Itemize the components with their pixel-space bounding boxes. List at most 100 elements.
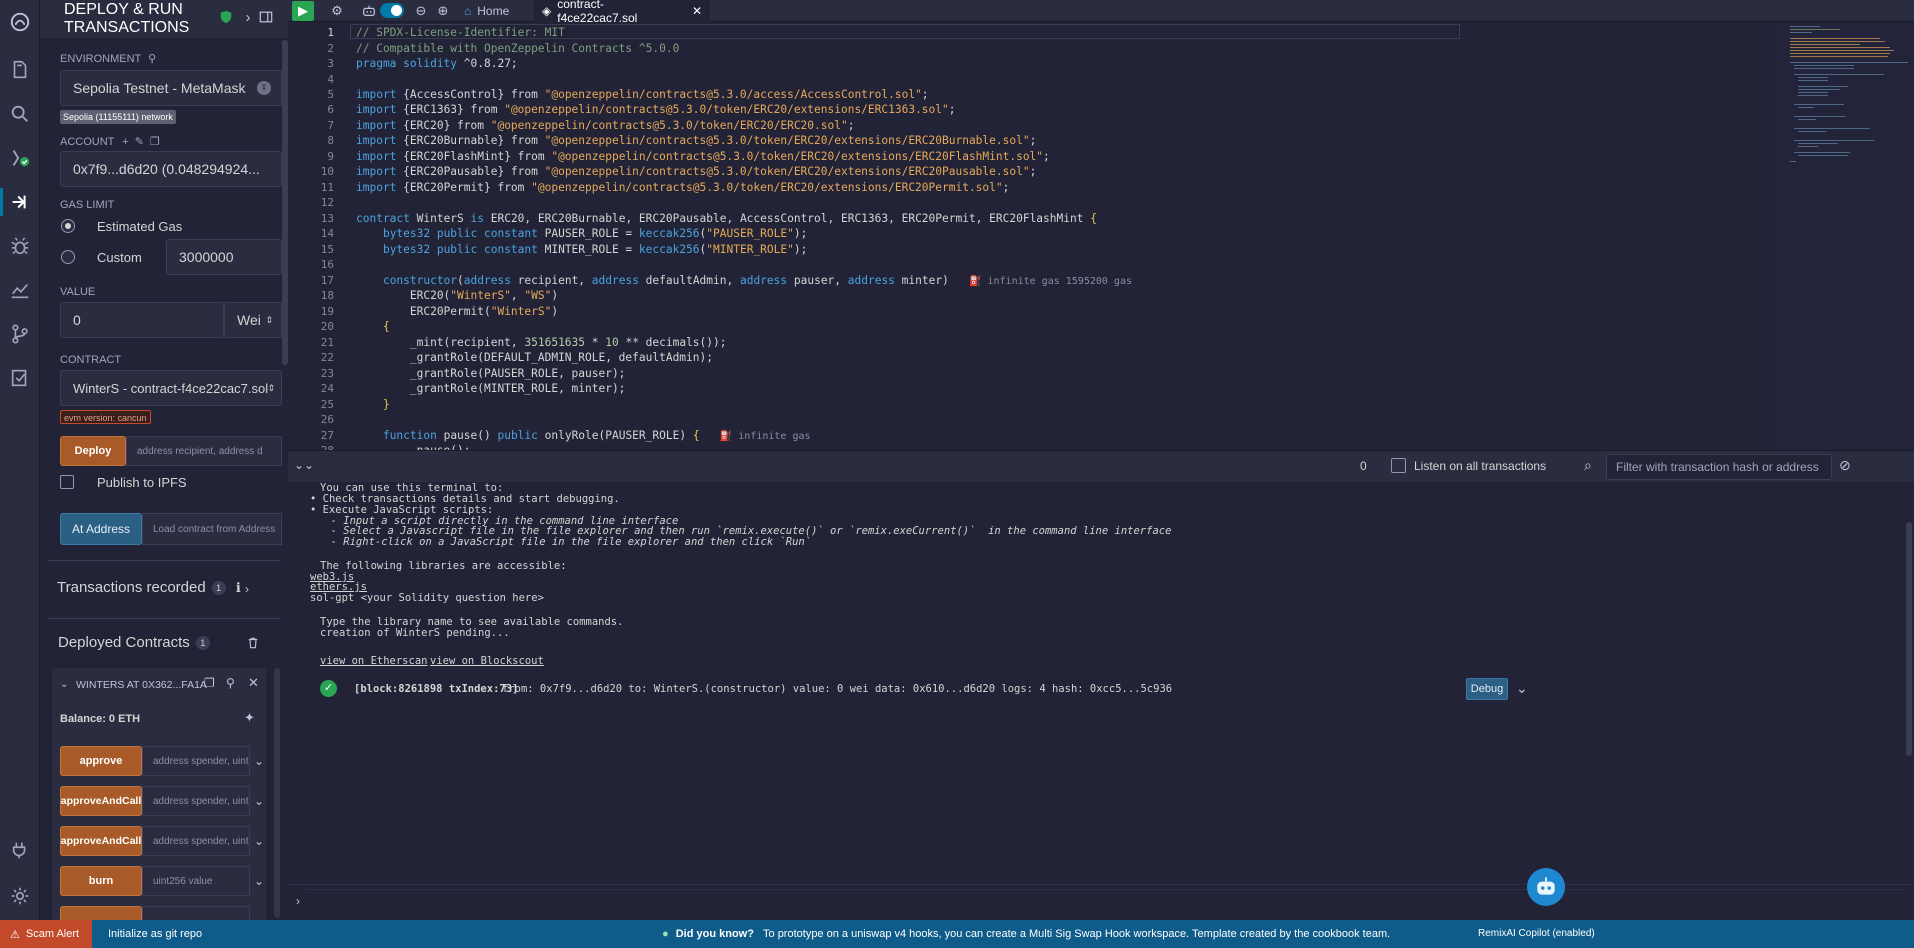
code-editor[interactable]: 1 2 3 4 5 6 7 8 9 10 11 12 13 14 15 16 17 18 19 20 21 22 23 24 2…	[288, 22, 1914, 450]
add-account-icon[interactable]: +	[122, 136, 128, 148]
copy-address-icon[interactable]: ❐	[204, 676, 215, 690]
edit-icon[interactable]: ✎	[135, 136, 144, 148]
line-number: 27	[320, 429, 334, 442]
fn-approveandcall-args[interactable]: address spender, uint256	[142, 786, 250, 816]
terminal-scrollbar[interactable]	[1906, 522, 1912, 756]
fn-burn-button[interactable]: burn	[60, 866, 142, 896]
code-line-6: import {ERC1363} from "@openzeppelin/con…	[356, 103, 956, 116]
publish-ipfs-checkbox[interactable]	[60, 475, 74, 489]
code-line-17: constructor(address recipient, address d…	[382, 274, 1132, 287]
copy-icon[interactable]: ❐	[150, 136, 160, 148]
debug-button[interactable]: Debug	[1466, 678, 1508, 700]
close-tab-icon[interactable]: ✕	[692, 4, 702, 18]
zoom-out-icon[interactable]: ⊖	[410, 1, 432, 21]
debugger-icon[interactable]	[0, 226, 40, 266]
environment-select[interactable]: Sepolia Testnet - MetaMask ⇕	[60, 70, 282, 106]
chevron-down-icon[interactable]: ⌄	[252, 754, 266, 768]
collapse-terminal-icon[interactable]: ⌄⌄	[294, 458, 314, 472]
fn-approveandcall-2-button[interactable]: approveAndCall	[60, 826, 142, 856]
fn-approveandcall-2-args[interactable]: address spender, uint256	[142, 826, 250, 856]
line-number: 11	[320, 181, 334, 194]
instance-name[interactable]: WINTERS AT 0X362...FA1A	[76, 679, 207, 691]
chevron-down-icon[interactable]: ⌄	[252, 834, 266, 848]
tab-home[interactable]: ⌂ Home	[456, 0, 517, 22]
sparkle-icon[interactable]: ✦	[244, 710, 255, 726]
remix-logo-icon[interactable]	[0, 2, 40, 42]
at-address-button[interactable]: At Address	[60, 513, 142, 545]
etherscan-link[interactable]: view on Etherscan	[320, 655, 427, 667]
contract-select[interactable]: WinterS - contract-f4ce22cac7.sol ⇕	[60, 370, 282, 406]
custom-gas-radio[interactable]	[61, 250, 75, 264]
verify-icon[interactable]	[0, 358, 40, 398]
tx-block-info[interactable]: [block:8261898 txIndex:73]	[354, 683, 518, 695]
pin-icon[interactable]: ⚲	[226, 676, 235, 690]
value-unit-select[interactable]: Wei ⇕	[224, 302, 282, 338]
analysis-chart-icon[interactable]	[0, 270, 40, 310]
chevron-down-icon[interactable]: ⌄	[252, 874, 266, 888]
git-icon[interactable]	[0, 314, 40, 354]
custom-gas-input[interactable]: 3000000	[166, 239, 282, 275]
account-select[interactable]: 0x7f9...d6d20 (0.048294924...	[60, 151, 282, 187]
scam-alert-button[interactable]: ⚠ Scam Alert	[0, 920, 92, 948]
solidity-compiler-icon[interactable]	[0, 138, 40, 178]
pending-count: 0	[1360, 459, 1367, 473]
fn-burn-args[interactable]: uint256 value	[142, 866, 250, 896]
line-number: 13	[320, 212, 334, 225]
clear-terminal-icon[interactable]: ⊘	[1839, 457, 1851, 474]
close-icon[interactable]: ✕	[248, 675, 259, 691]
chevron-right-icon[interactable]: ›	[240, 582, 254, 596]
listen-all-checkbox[interactable]	[1391, 458, 1406, 473]
panel-toggle-icon[interactable]	[258, 9, 274, 25]
git-init-link[interactable]: Initialize as git repo	[108, 928, 202, 940]
editor-scrollbar[interactable]	[1774, 22, 1782, 450]
file-explorer-icon[interactable]	[0, 50, 40, 90]
line-number: 18	[320, 289, 334, 302]
line-number: 16	[320, 258, 334, 271]
ai-toggle-switch[interactable]	[380, 3, 404, 18]
terminal-line: - Right-click on a JavaScript file in th…	[318, 536, 812, 548]
fn-next-button[interactable]	[60, 906, 142, 920]
ai-robot-icon[interactable]	[358, 1, 380, 21]
zoom-in-icon[interactable]: ⊕	[432, 1, 454, 21]
deploy-button[interactable]: Deploy	[60, 436, 126, 466]
chevron-down-icon[interactable]: ⌄	[252, 794, 266, 808]
line-number: 12	[320, 196, 334, 209]
deployed-count: 1	[195, 636, 210, 651]
fn-next-args[interactable]	[142, 906, 250, 920]
remix-ide: DEPLOY & RUN TRANSACTIONS › ENVIRONMENT …	[0, 0, 1914, 948]
estimated-gas-radio[interactable]	[61, 219, 75, 233]
trash-icon[interactable]	[246, 636, 260, 650]
select-arrows-icon: ⇕	[257, 81, 271, 95]
terminal-command-input[interactable]: ›	[288, 884, 1914, 920]
line-number: 17	[320, 274, 334, 287]
chevron-down-icon[interactable]: ⌄	[60, 679, 68, 690]
deployed-contracts-label: Deployed Contracts	[58, 634, 190, 651]
gas-hint-pause: ⛽ infinite gas	[719, 431, 811, 442]
plugin-manager-icon[interactable]	[0, 830, 40, 870]
run-play-icon[interactable]: ▶	[292, 1, 314, 21]
settings-gear-icon[interactable]	[0, 876, 40, 916]
chevron-down-icon[interactable]: ⌄	[1516, 680, 1528, 697]
fn-approve-args[interactable]: address spender, uint256	[142, 746, 250, 776]
instance-scrollbar[interactable]	[274, 668, 280, 918]
editor-tabs: ▶ ⚙ ⊖ ⊕ ⌂ Home ◈ contract-f4ce22cac7.sol…	[288, 0, 1914, 25]
code-minimap[interactable]	[1782, 22, 1914, 450]
value-input[interactable]: 0	[60, 302, 224, 338]
at-address-input[interactable]: Load contract from Address	[142, 513, 282, 545]
blockscout-link[interactable]: view on Blockscout	[430, 655, 544, 667]
section-divider	[48, 618, 280, 619]
transactions-recorded-header[interactable]: Transactions recorded 1 ℹ	[57, 579, 241, 596]
transaction-filter-input[interactable]: Filter with transaction hash or address	[1606, 454, 1832, 480]
tx-details[interactable]: from: 0x7f9...d6d20 to: WinterS.(constru…	[502, 683, 1172, 695]
fn-approve-button[interactable]: approve	[60, 746, 142, 776]
search-icon[interactable]	[0, 94, 40, 134]
deploy-args-input[interactable]: address recipient, address d	[126, 436, 282, 466]
script-gear-icon[interactable]: ⚙	[326, 1, 348, 21]
deploy-run-icon[interactable]	[0, 182, 40, 222]
copilot-status[interactable]: RemixAI Copilot (enabled)	[1478, 928, 1595, 939]
tab-contract-file[interactable]: ◈ contract-f4ce22cac7.sol ✕	[534, 0, 710, 25]
fn-approveandcall-button[interactable]: approveAndCall	[60, 786, 142, 816]
code-line-22: _grantRole(DEFAULT_ADMIN_ROLE, defaultAd…	[356, 351, 713, 364]
chevron-right-icon[interactable]: ›	[240, 9, 256, 26]
copilot-bot-icon[interactable]	[1527, 868, 1565, 906]
